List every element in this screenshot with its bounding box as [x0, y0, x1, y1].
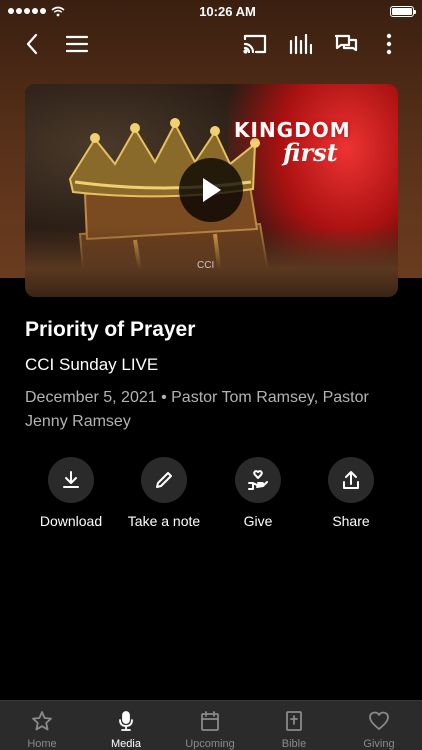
artwork-subtitle: first: [283, 138, 338, 167]
more-options-button[interactable]: [377, 24, 401, 64]
download-icon: [63, 471, 79, 488]
tab-bar: Home Media Upcoming Bible Giving: [0, 700, 422, 750]
heart-icon: [369, 711, 389, 730]
sermon-meta: December 5, 2021 • Pastor Tom Ramsey, Pa…: [25, 389, 369, 430]
tab-upcoming[interactable]: Upcoming: [168, 701, 252, 750]
action-row: Download Take a note Give Share: [25, 457, 397, 537]
microphone-icon: [119, 711, 133, 731]
sermon-artwork[interactable]: KINGDOM first CCI: [25, 84, 398, 297]
give-button[interactable]: Give: [210, 457, 306, 529]
star-icon: [32, 711, 52, 731]
tab-bible[interactable]: Bible: [252, 701, 336, 750]
give-label: Give: [243, 513, 273, 529]
play-button[interactable]: [179, 158, 243, 222]
sermon-title: Priority of Prayer: [25, 318, 196, 341]
tab-media[interactable]: Media: [84, 701, 168, 750]
audio-icon: [289, 33, 312, 55]
tab-home-label: Home: [27, 738, 57, 750]
status-bar: 10:26 AM: [0, 0, 422, 22]
tab-giving-label: Giving: [363, 738, 395, 750]
give-icon: [248, 470, 268, 490]
top-navigation: [0, 24, 422, 64]
artwork-watermark: CCI: [197, 260, 215, 271]
more-icon: [386, 33, 392, 55]
share-label: Share: [332, 513, 370, 529]
cast-button[interactable]: [241, 24, 269, 64]
back-icon: [26, 33, 38, 55]
cellular-signal-icon: [8, 8, 46, 14]
audio-button[interactable]: [286, 24, 314, 64]
play-icon: [203, 178, 221, 202]
bible-icon: [286, 711, 302, 731]
take-note-button[interactable]: Take a note: [116, 457, 212, 529]
calendar-icon: [201, 711, 219, 731]
battery-icon: [389, 5, 416, 17]
tab-upcoming-label: Upcoming: [185, 738, 235, 750]
status-time: 10:26 AM: [199, 3, 256, 19]
share-icon: [343, 471, 359, 489]
pencil-icon: [156, 472, 172, 488]
menu-button[interactable]: [64, 24, 90, 64]
tab-giving[interactable]: Giving: [337, 701, 421, 750]
tab-media-label: Media: [111, 738, 141, 750]
download-label: Download: [39, 513, 103, 529]
back-button[interactable]: [18, 24, 46, 64]
chat-button[interactable]: [332, 24, 360, 64]
tab-bible-label: Bible: [281, 738, 307, 750]
cast-icon: [243, 34, 267, 54]
share-button[interactable]: Share: [303, 457, 399, 529]
series-name[interactable]: CCI Sunday LIVE: [25, 355, 158, 375]
chat-icon: [334, 34, 358, 52]
tab-home[interactable]: Home: [0, 701, 84, 750]
download-button[interactable]: Download: [23, 457, 119, 529]
wifi-icon: [51, 6, 65, 16]
menu-icon: [65, 35, 89, 53]
take-note-label: Take a note: [127, 513, 201, 529]
